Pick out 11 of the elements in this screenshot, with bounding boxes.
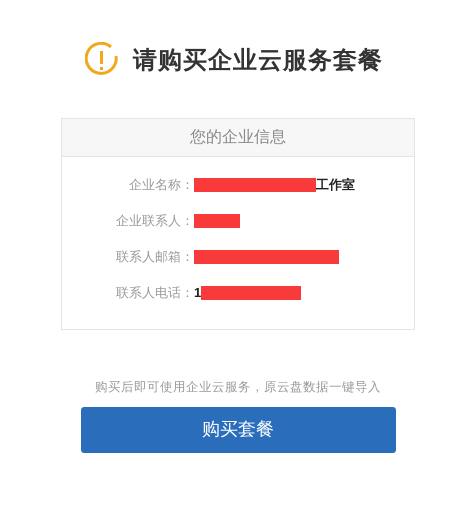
redaction-bar <box>194 214 240 228</box>
field-label: 企业名称： <box>128 176 194 194</box>
note-text: 购买后即可使用企业云服务，原云盘数据一键导入 <box>95 379 381 396</box>
buy-button[interactable]: 购买套餐 <box>80 406 396 453</box>
field-value: 1 <box>194 284 202 302</box>
card-heading: 您的企业信息 <box>190 128 286 148</box>
page-title: 请购买企业云服务套餐 <box>133 46 383 76</box>
field-label: 联系人电话： <box>115 284 194 302</box>
field-label: 企业联系人： <box>115 212 194 230</box>
field-label: 联系人邮箱： <box>115 248 194 266</box>
field-value: 工作室 <box>316 176 355 194</box>
